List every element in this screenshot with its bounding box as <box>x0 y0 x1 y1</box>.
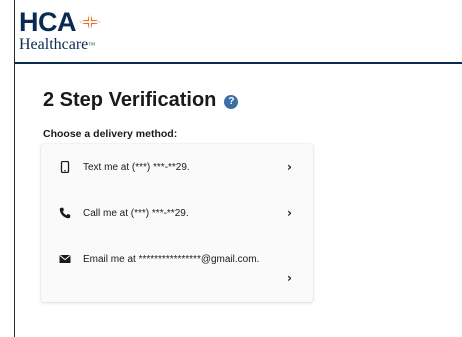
site-header: HCA Healthcare™ <box>15 0 462 64</box>
hca-cross-logo-icon <box>80 13 100 30</box>
mobile-phone-icon <box>60 161 70 173</box>
title-row: 2 Step Verification ? <box>43 88 239 112</box>
delivery-option-label: Email me at ****************@gmail.com. <box>83 254 260 265</box>
logo-subtext: Healthcare <box>19 36 89 53</box>
delivery-method-list: Text me at (***) ***-**29. › Call me at … <box>41 144 313 302</box>
delivery-option-label: Text me at (***) ***-**29. <box>83 162 190 173</box>
help-circle-icon[interactable]: ? <box>224 95 239 109</box>
phone-handset-icon <box>59 207 71 219</box>
delivery-option-label: Call me at (***) ***-**29. <box>83 208 189 219</box>
envelope-icon <box>59 255 71 263</box>
delivery-option-call[interactable]: Call me at (***) ***-**29. › <box>41 190 313 236</box>
trademark-symbol: ™ <box>88 41 96 49</box>
delivery-option-text[interactable]: Text me at (***) ***-**29. › <box>41 144 313 190</box>
page-title: 2 Step Verification <box>43 89 217 111</box>
hca-healthcare-logo[interactable]: HCA Healthcare™ <box>19 8 159 60</box>
logo-wordmark: HCA <box>19 8 100 36</box>
delivery-option-email[interactable]: Email me at ****************@gmail.com. … <box>41 236 313 302</box>
logo-text-hca: HCA <box>19 7 77 37</box>
help-glyph: ? <box>228 96 235 107</box>
main-content: 2 Step Verification ? Choose a delivery … <box>15 64 462 337</box>
logo-text-healthcare: Healthcare™ <box>19 36 95 54</box>
chevron-right-icon: › <box>287 271 292 285</box>
delivery-method-heading: Choose a delivery method: <box>43 128 178 140</box>
app-frame: HCA Healthcare™ 2 Step Verification ? Ch… <box>14 0 462 337</box>
chevron-right-icon: › <box>287 206 292 220</box>
chevron-right-icon: › <box>287 160 292 174</box>
